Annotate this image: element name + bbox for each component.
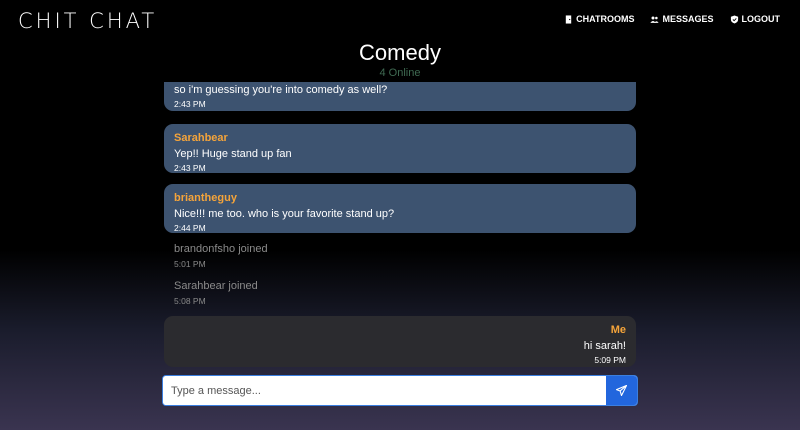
message-text: so i'm guessing you're into comedy as we… [174, 84, 388, 96]
system-time: 5:08 PM [174, 296, 206, 306]
nav-chatrooms-link[interactable]: CHATROOMS [564, 14, 634, 24]
online-count: 4 Online [379, 67, 421, 79]
message-time: 5:09 PM [594, 355, 626, 365]
message-bubble: so i'm guessing you're into comedy as we… [164, 82, 636, 111]
message-text: Yep!! Huge stand up fan [174, 148, 292, 160]
nav-messages-label: MESSAGES [662, 14, 714, 24]
message-text: hi sarah! [583, 340, 626, 352]
nav-links: CHATROOMS MESSAGES LOGOUT [564, 14, 780, 24]
system-message: Sarahbear joined 5:08 PM [174, 280, 258, 306]
nav-chatrooms-label: CHATROOMS [576, 14, 635, 24]
my-message-bubble: Me hi sarah! 5:09 PM [164, 316, 636, 367]
navbar: CHIT CHAT CHATROOMS MESSAGES LOGOUT [0, 0, 800, 42]
system-text: Sarahbear joined [174, 280, 258, 292]
nav-logout-link[interactable]: LOGOUT [730, 14, 781, 24]
chat-messages[interactable]: so i'm guessing you're into comedy as we… [164, 82, 636, 367]
users-icon [650, 16, 660, 23]
room-title: Comedy [359, 40, 441, 65]
message-time: 2:44 PM [174, 223, 206, 233]
shield-icon [730, 14, 738, 24]
composer [162, 375, 638, 406]
message-time: 2:43 PM [174, 99, 206, 109]
nav-logout-label: LOGOUT [741, 14, 781, 24]
room-header: Comedy 4 Online [0, 40, 800, 79]
paper-plane-icon [616, 385, 627, 396]
system-message: brandonfsho joined 5:01 PM [174, 243, 268, 269]
system-text: brandonfsho joined [174, 243, 268, 255]
message-bubble: Sarahbear Yep!! Huge stand up fan 2:43 P… [164, 124, 636, 173]
message-bubble: briantheguy Nice!!! me too. who is your … [164, 184, 636, 233]
nav-messages-link[interactable]: MESSAGES [650, 14, 714, 24]
message-text: Nice!!! me too. who is your favorite sta… [174, 208, 395, 220]
message-username[interactable]: briantheguy [174, 192, 626, 204]
message-input[interactable] [163, 376, 606, 405]
door-icon [565, 14, 572, 24]
system-time: 5:01 PM [174, 259, 206, 269]
send-button[interactable] [606, 376, 637, 405]
message-time: 2:43 PM [174, 163, 206, 173]
brand-logo[interactable]: CHIT CHAT [18, 9, 157, 33]
message-username: Me [610, 324, 626, 336]
message-username[interactable]: Sarahbear [174, 132, 626, 144]
